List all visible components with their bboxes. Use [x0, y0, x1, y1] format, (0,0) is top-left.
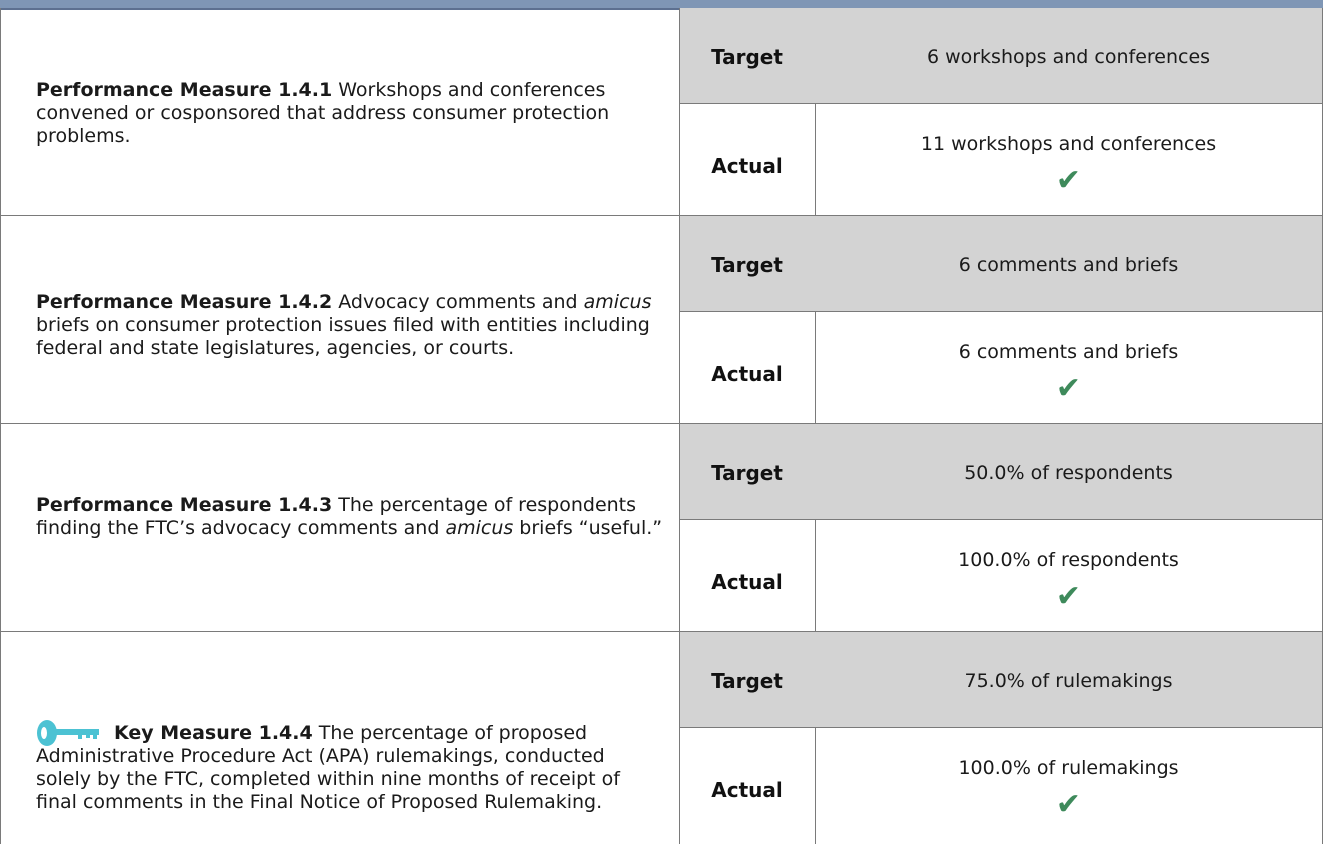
target-value: 6 workshops and conferences [926, 46, 1211, 68]
target-label: Target [711, 253, 783, 277]
measure-text-segment: Advocacy comments and [338, 291, 584, 313]
measure-heading: Performance Measure 1.4.3 [36, 494, 333, 516]
target-actual-divider [679, 311, 1322, 312]
measure-description: Performance Measure 1.4.3 The percentage… [36, 494, 664, 540]
target-label: Target [711, 461, 783, 485]
checkmark-icon: ✔ [1055, 579, 1082, 614]
actual-label: Actual [711, 778, 783, 802]
target-value: 50.0% of respondents [964, 462, 1173, 484]
measure-description: Performance Measure 1.4.2 Advocacy comme… [36, 291, 664, 360]
performance-measures-page: Performance Measure 1.4.1 Workshops and … [0, 0, 1323, 844]
actual-value: 11 workshops and conferences [920, 133, 1217, 155]
measure-description: Key Measure 1.4.4 The percentage of prop… [36, 722, 664, 814]
measure-text-segment: amicus [583, 291, 652, 313]
measure-heading: Performance Measure 1.4.2 [36, 291, 333, 313]
actual-value: 100.0% of rulemakings [958, 757, 1179, 779]
checkmark-icon: ✔ [1055, 371, 1082, 406]
target-label: Target [711, 45, 783, 69]
measure-text-segment: briefs on consumer protection issues fil… [36, 314, 650, 359]
target-label: Target [711, 669, 783, 693]
measure-text-segment: amicus [445, 517, 514, 539]
table-vertical-rule [0, 8, 1, 844]
checkmark-icon: ✔ [1055, 787, 1082, 822]
measure-heading: Key Measure 1.4.4 [114, 722, 313, 744]
measure-description: Performance Measure 1.4.1 Workshops and … [36, 79, 664, 148]
actual-label: Actual [711, 362, 783, 386]
actual-label: Actual [711, 154, 783, 178]
checkmark-icon: ✔ [1055, 163, 1082, 198]
actual-label: Actual [711, 570, 783, 594]
target-value: 6 comments and briefs [958, 254, 1179, 276]
target-value: 75.0% of rulemakings [964, 670, 1173, 692]
performance-measures-table: Performance Measure 1.4.1 Workshops and … [0, 8, 1323, 844]
target-actual-divider [679, 103, 1322, 104]
actual-value: 6 comments and briefs [958, 341, 1179, 363]
target-actual-divider [679, 727, 1322, 728]
actual-value: 100.0% of respondents [958, 549, 1179, 571]
measure-text-segment: briefs “useful.” [513, 517, 663, 539]
target-actual-divider [679, 519, 1322, 520]
measure-heading: Performance Measure 1.4.1 [36, 79, 333, 101]
